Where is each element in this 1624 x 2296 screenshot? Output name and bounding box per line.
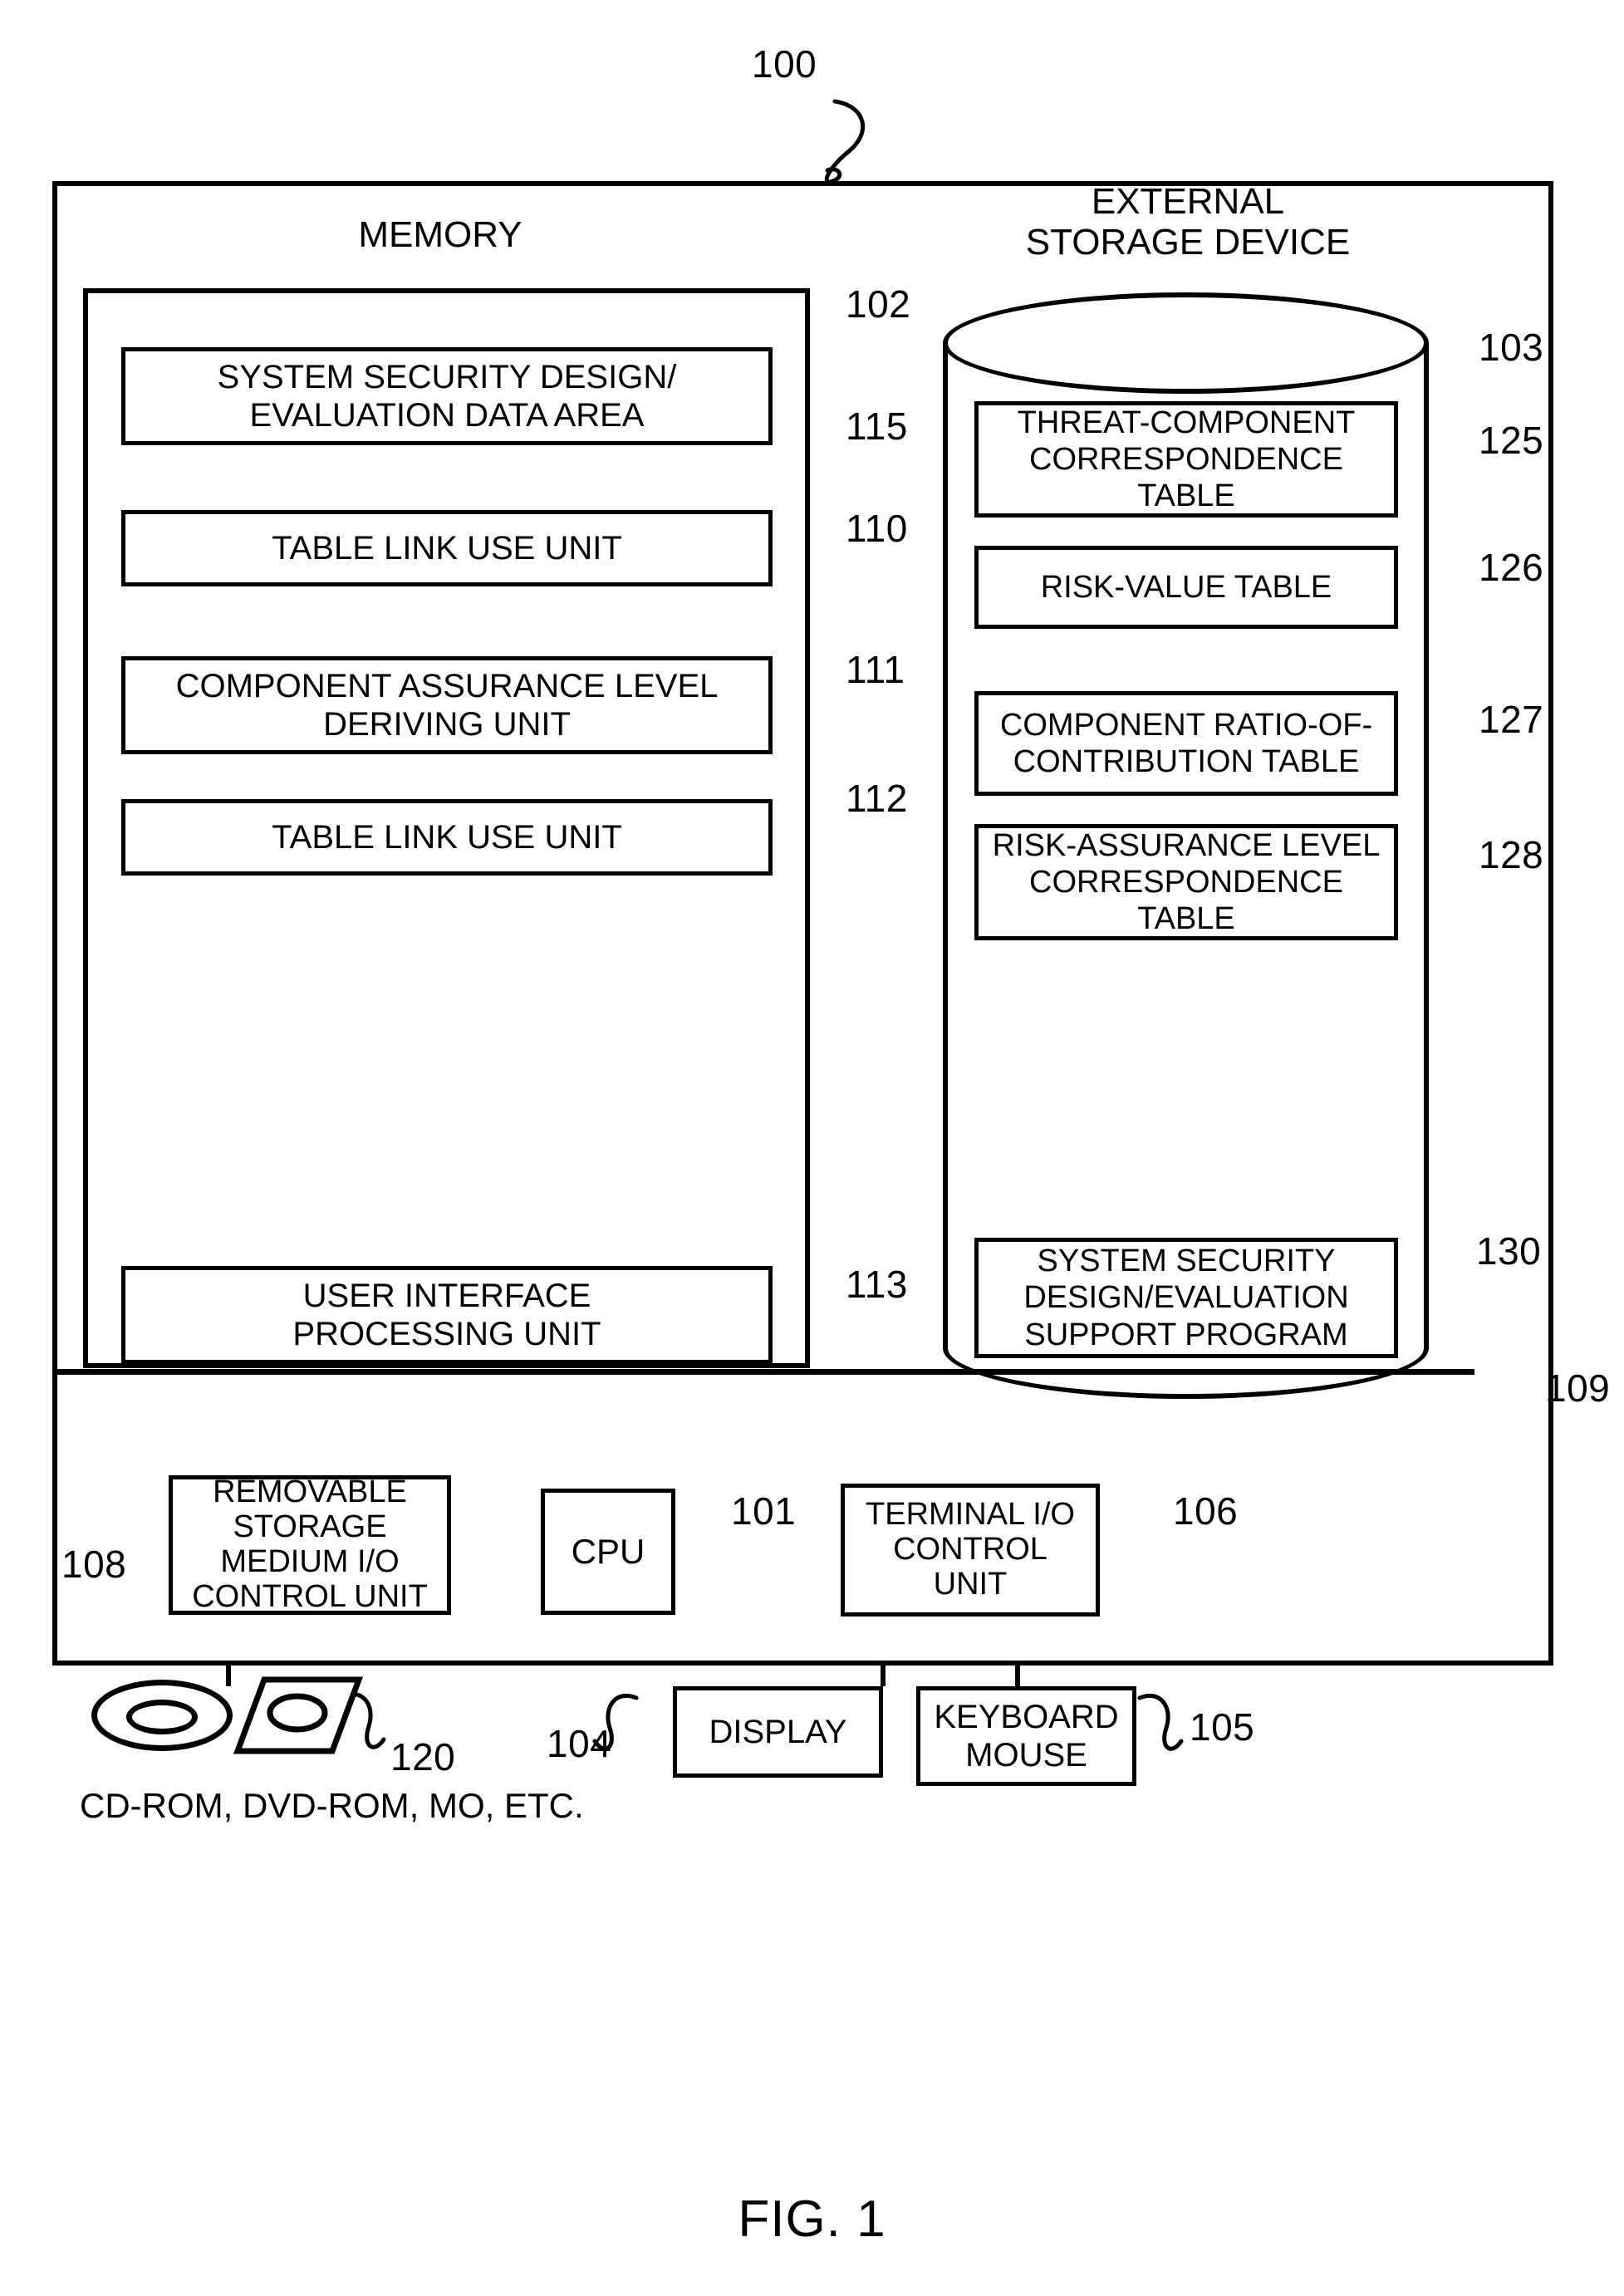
patent-figure-page: 100 MEMORY SYSTEM SECURITY DESIGN/ EVALU… (0, 0, 1624, 2296)
external-storage-cylinder-top (943, 292, 1429, 394)
memory-unit-data-area-ref: 115 (846, 405, 908, 448)
hw-terminal-io-control-unit-ref: 106 (1173, 1489, 1239, 1533)
peripheral-keyboard-mouse-ref: 105 (1190, 1705, 1255, 1749)
hw-cpu-ref: 101 (731, 1489, 797, 1533)
hw-cpu[interactable]: CPU (541, 1489, 675, 1615)
storage-unit-threat-component-table[interactable]: THREAT-COMPONENT CORRESPONDENCE TABLE (974, 401, 1398, 518)
hw-removable-storage-control-unit[interactable]: REMOVABLE STORAGE MEDIUM I/O CONTROL UNI… (169, 1475, 451, 1615)
storage-unit-risk-assurance-table-ref: 128 (1479, 833, 1544, 876)
memory-unit-user-interface[interactable]: USER INTERFACE PROCESSING UNIT (121, 1266, 773, 1364)
memory-unit-table-link-1[interactable]: TABLE LINK USE UNIT (121, 510, 773, 586)
squiggle-105 (1137, 1694, 1184, 1751)
memory-container-ref: 102 (846, 282, 911, 326)
memory-unit-data-area[interactable]: SYSTEM SECURITY DESIGN/ EVALUATION DATA … (121, 347, 773, 445)
system-bus (55, 1369, 1474, 1375)
storage-unit-risk-value-table[interactable]: RISK-VALUE TABLE (974, 546, 1398, 629)
storage-unit-component-ratio-table[interactable]: COMPONENT RATIO-OF- CONTRIBUTION TABLE (974, 691, 1398, 796)
squiggle-120 (340, 1692, 386, 1749)
memory-unit-table-link-2-ref: 112 (846, 777, 908, 820)
storage-unit-threat-component-table-ref: 125 (1479, 419, 1544, 462)
memory-heading: MEMORY (358, 214, 523, 255)
storage-unit-support-program-ref: 130 (1476, 1229, 1542, 1273)
peripheral-display-ref: 104 (547, 1722, 612, 1765)
squiggle-100 (824, 99, 865, 184)
memory-unit-table-link-1-ref: 110 (846, 507, 908, 550)
storage-unit-risk-value-table-ref: 126 (1479, 546, 1544, 589)
system-bus-ref: 109 (1545, 1366, 1611, 1410)
memory-unit-component-assurance-ref: 111 (846, 648, 905, 691)
mo-disk-hole-icon (267, 1693, 328, 1733)
memory-unit-user-interface-ref: 113 (846, 1263, 908, 1306)
external-storage-heading: EXTERNAL STORAGE DEVICE (1025, 181, 1351, 263)
peripheral-keyboard-mouse[interactable]: KEYBOARD MOUSE (916, 1686, 1136, 1786)
cd-disc-hole-icon (126, 1700, 198, 1734)
mo-disk-icon (233, 1676, 364, 1754)
memory-unit-component-assurance[interactable]: COMPONENT ASSURANCE LEVEL DERIVING UNIT (121, 656, 773, 754)
hw-removable-storage-control-unit-ref: 108 (61, 1543, 127, 1586)
system-ref-label: 100 (752, 42, 817, 86)
memory-unit-table-link-2[interactable]: TABLE LINK USE UNIT (121, 799, 773, 876)
storage-unit-component-ratio-table-ref: 127 (1479, 698, 1544, 741)
external-storage-ref: 103 (1479, 326, 1544, 369)
peripheral-display[interactable]: DISPLAY (673, 1686, 883, 1778)
media-caption: CD-ROM, DVD-ROM, MO, ETC. (80, 1786, 584, 1825)
squiggle-100-tail (825, 167, 842, 184)
figure-caption: FIG. 1 (738, 2191, 886, 2248)
storage-unit-risk-assurance-table[interactable]: RISK-ASSURANCE LEVEL CORRESPONDENCE TABL… (974, 824, 1398, 940)
storage-unit-support-program[interactable]: SYSTEM SECURITY DESIGN/EVALUATION SUPPOR… (974, 1238, 1398, 1358)
media-ref: 120 (390, 1735, 456, 1778)
hw-terminal-io-control-unit[interactable]: TERMINAL I/O CONTROL UNIT (841, 1484, 1100, 1617)
